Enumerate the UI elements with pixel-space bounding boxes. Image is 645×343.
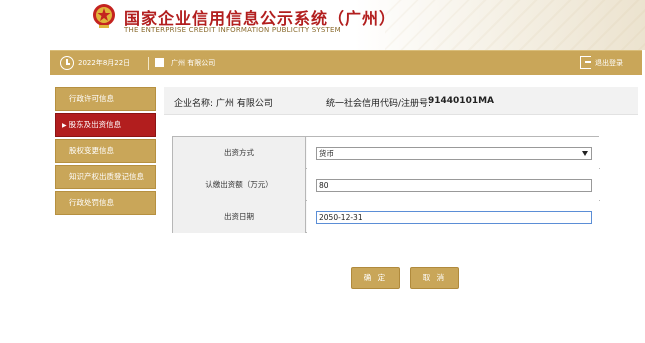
clock-icon xyxy=(60,56,74,70)
date-label: 出资日期 xyxy=(173,201,306,233)
contribution-form: 出资方式 货币 认缴出资额（万元） 80 出资日期 2050-12-31 xyxy=(172,136,600,233)
sidebar-item-ip-pledge[interactable]: 知识产权出质登记信息 xyxy=(55,165,156,189)
form-row-amount: 认缴出资额（万元） 80 xyxy=(173,169,600,201)
logout-link[interactable]: 退出登录 xyxy=(595,58,623,68)
dropdown-arrow-icon[interactable] xyxy=(582,151,588,156)
sidebar-item-shareholder-contribution[interactable]: 股东及出资信息 xyxy=(55,113,156,137)
credit-code-label: 统一社会信用代码/注册号: xyxy=(326,99,432,109)
building-icon xyxy=(155,58,164,67)
credit-code-value: 91440101MA xyxy=(428,96,495,106)
company-name-label: 企业名称: xyxy=(174,99,214,109)
date-input[interactable]: 2050-12-31 xyxy=(316,211,592,224)
form-row-method: 出资方式 货币 xyxy=(173,137,600,169)
top-bar: 2022年8月22日 广州 有限公司 退出登录 xyxy=(50,50,642,75)
confirm-button[interactable]: 确 定 xyxy=(351,267,400,289)
method-label: 出资方式 xyxy=(173,137,306,169)
site-header: 国家企业信用信息公示系统（广州） THE ENTERPRISE CREDIT I… xyxy=(0,0,645,50)
topbar-company-name: 广州 有限公司 xyxy=(171,59,216,67)
company-name-value: 广州 有限公司 xyxy=(216,99,273,109)
sidebar-item-admin-penalty[interactable]: 行政处罚信息 xyxy=(55,191,156,215)
amount-label: 认缴出资额（万元） xyxy=(173,169,306,201)
site-subtitle: THE ENTERPRISE CREDIT INFORMATION PUBLIC… xyxy=(124,26,341,34)
company-info-bar: 企业名称: 广州 有限公司 统一社会信用代码/注册号: 91440101MA xyxy=(164,87,638,115)
sidebar-item-equity-change[interactable]: 股权变更信息 xyxy=(55,139,156,163)
method-selected-value: 货币 xyxy=(319,149,334,158)
logout-icon[interactable] xyxy=(580,56,591,69)
current-date: 2022年8月22日 xyxy=(78,59,131,67)
header-decoration xyxy=(385,0,645,50)
form-row-date: 出资日期 2050-12-31 xyxy=(173,201,600,233)
topbar-divider xyxy=(148,57,149,70)
national-emblem-icon xyxy=(93,4,115,28)
sidebar-item-admin-license[interactable]: 行政许可信息 xyxy=(55,87,156,111)
cancel-button[interactable]: 取 消 xyxy=(410,267,459,289)
method-select[interactable]: 货币 xyxy=(316,147,592,160)
amount-input[interactable]: 80 xyxy=(316,179,592,192)
sidebar: 行政许可信息 股东及出资信息 股权变更信息 知识产权出质登记信息 行政处罚信息 xyxy=(55,87,156,217)
